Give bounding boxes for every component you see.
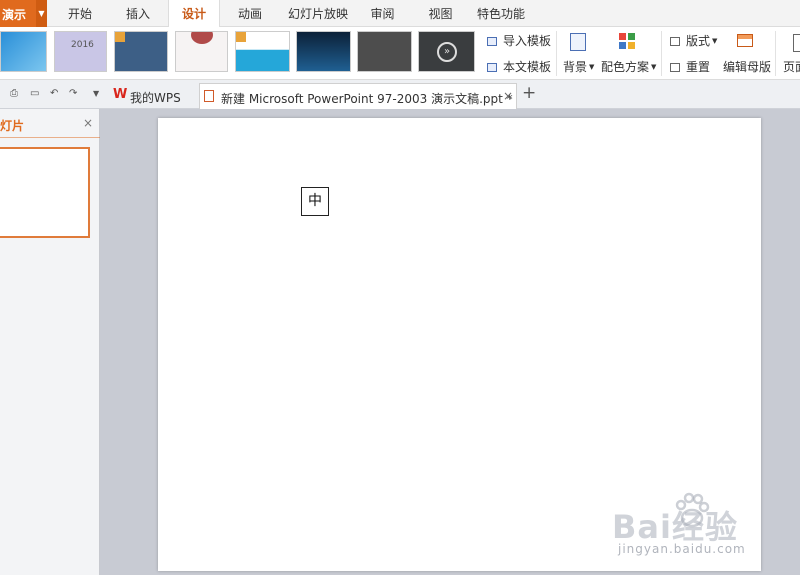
app-menu-label: 演示 — [2, 8, 27, 22]
document-tab-strip: ⎙ ▭ ↶ ↷ ▼ W 我的WPS 新建 Microsoft PowerPoin… — [0, 80, 800, 109]
redo-icon[interactable]: ↷ — [69, 89, 79, 99]
ppt-file-icon — [204, 90, 214, 102]
page-setup-icon — [793, 34, 800, 52]
print-preview-icon[interactable]: ▭ — [30, 89, 40, 99]
edit-master-icon — [737, 34, 753, 47]
import-template-icon — [487, 37, 497, 46]
text-template-label: 本文模板 — [503, 60, 552, 74]
reset-button[interactable]: 重置 — [670, 58, 710, 75]
import-template-label: 导入模板 — [503, 34, 552, 48]
tab-my-wps-label: 我的WPS — [130, 91, 181, 105]
edit-master-label: 编辑母版 — [723, 60, 772, 74]
tab-insert[interactable]: 插入 — [113, 0, 163, 27]
template-thumb-circle — [191, 32, 213, 44]
app-menu-button[interactable]: 演示 ▼ — [0, 0, 47, 27]
color-scheme-label: 配色方案 ▼ — [601, 60, 657, 74]
premium-crown-icon — [115, 32, 125, 42]
tab-home[interactable]: 开始 — [55, 0, 105, 27]
import-template-button[interactable]: 导入模板 — [487, 32, 551, 49]
layout-dropdown[interactable]: 版式 ▼ — [670, 32, 717, 49]
ribbon-divider — [556, 31, 557, 76]
new-tab-button[interactable]: + — [522, 83, 536, 103]
template-thumb-2[interactable]: 2016 — [54, 31, 107, 72]
watermark-url: jingyan.baidu.com — [618, 542, 746, 556]
template-thumb-year: 2016 — [71, 40, 94, 50]
template-thumb-5[interactable] — [235, 31, 290, 72]
baidu-jingyan-watermark: Bai经验 jingyan.baidu.com — [612, 490, 797, 572]
reset-label: 重置 — [686, 60, 711, 74]
tab-view[interactable]: 视图 — [418, 0, 463, 27]
tab-my-wps[interactable]: W 我的WPS — [110, 83, 198, 109]
panel-tab-underline — [0, 137, 100, 138]
template-thumb-6[interactable] — [296, 31, 351, 72]
template-thumb-7[interactable] — [357, 31, 412, 72]
slide-text-box[interactable]: 中 — [301, 187, 329, 216]
color-scheme-icon — [619, 33, 635, 51]
tab-review[interactable]: 审阅 — [360, 0, 405, 27]
tab-design[interactable]: 设计 — [168, 0, 220, 28]
document-tab-title: 新建 Microsoft PowerPoint 97-2003 演示文稿.ppt… — [221, 92, 513, 106]
reset-icon — [670, 63, 680, 72]
next-arrow-icon: » — [437, 42, 457, 62]
ribbon-divider — [775, 31, 776, 76]
slide-thumbnail-1[interactable] — [0, 147, 90, 238]
quick-access-dropdown-icon[interactable]: ▼ — [93, 89, 103, 99]
background-label: 背景 ▼ — [563, 60, 595, 74]
template-thumb-3[interactable] — [114, 31, 168, 72]
slides-panel-title: 灯片 — [0, 119, 25, 133]
menu-bar: 演示 ▼ 开始 插入 设计 动画 幻灯片放映 审阅 视图 特色功能 — [0, 0, 800, 28]
background-icon — [570, 33, 586, 51]
chevron-down-icon[interactable]: ▼ — [36, 0, 47, 27]
template-thumb-1[interactable] — [0, 31, 47, 72]
tab-special-features[interactable]: 特色功能 — [470, 0, 532, 27]
print-icon[interactable]: ⎙ — [10, 89, 20, 99]
template-thumb-8[interactable]: » — [418, 31, 475, 72]
text-template-icon — [487, 63, 497, 72]
undo-icon[interactable]: ↶ — [50, 89, 60, 99]
tab-slideshow[interactable]: 幻灯片放映 — [282, 0, 354, 27]
close-panel-icon[interactable]: × — [83, 116, 93, 130]
template-thumb-4[interactable] — [175, 31, 228, 72]
premium-crown-icon — [236, 32, 246, 42]
page-setup-label: 页面 — [783, 60, 800, 74]
slides-panel: 灯片 × — [0, 109, 100, 575]
design-ribbon: 2016 » 导入模板 本文模板 背景 ▼ 配色方案 ▼ 版式 ▼ 重置 编辑母版 页… — [0, 27, 800, 80]
wps-logo-icon: W — [113, 87, 128, 102]
layout-label: 版式 — [686, 34, 711, 48]
layout-icon — [670, 37, 680, 46]
text-template-button[interactable]: 本文模板 — [487, 58, 551, 75]
close-tab-icon[interactable]: × — [503, 89, 513, 103]
tab-current-document[interactable]: 新建 Microsoft PowerPoint 97-2003 演示文稿.ppt… — [199, 83, 517, 109]
tab-animation[interactable]: 动画 — [225, 0, 275, 27]
ribbon-divider — [661, 31, 662, 76]
